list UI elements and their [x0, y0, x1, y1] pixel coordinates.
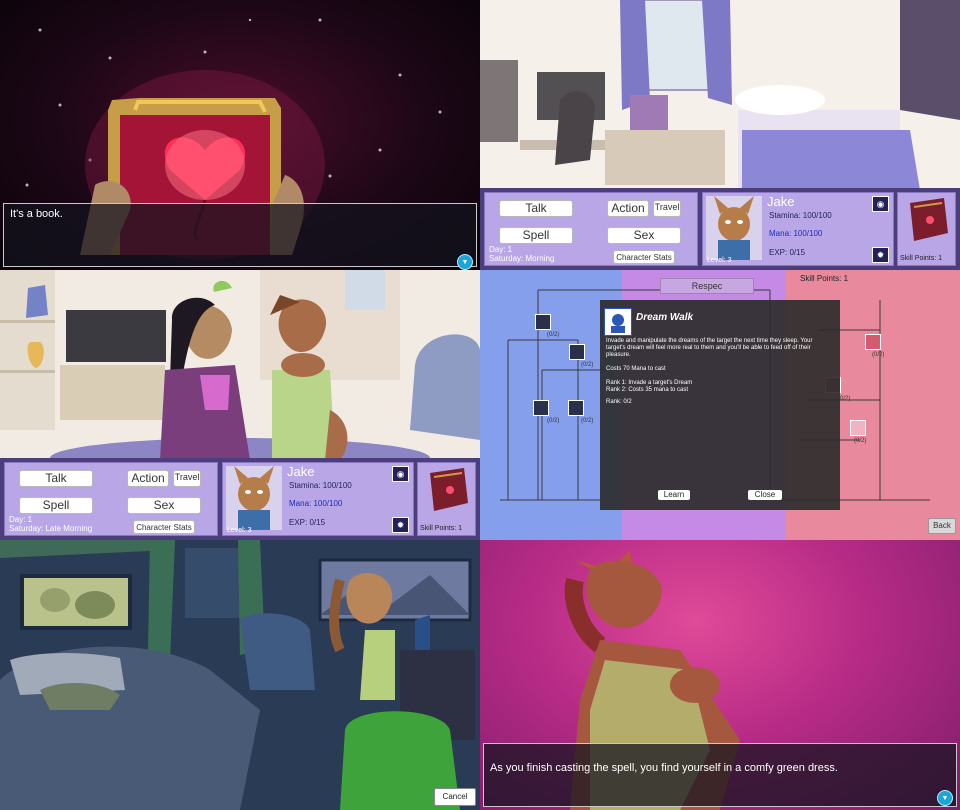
day-label: Day: 1	[9, 515, 33, 524]
skill-rank: Rank: 0/2	[606, 399, 632, 405]
settings-gear-icon[interactable]: ✹	[872, 247, 889, 263]
bedroom-scene-art	[480, 0, 960, 190]
travel-button[interactable]: Travel	[173, 470, 201, 487]
dream-walk-icon	[604, 308, 632, 336]
character-panel: Jake Stamina: 100/100 Mana: 100/100 EXP:…	[702, 192, 894, 266]
skill-node[interactable]	[569, 344, 585, 360]
character-name: Jake	[287, 464, 315, 479]
skill-points-readout: Skill Points: 1	[900, 255, 943, 262]
settings-gear-icon[interactable]: ✹	[392, 517, 409, 533]
travel-button[interactable]: Travel	[653, 200, 681, 217]
skill-node-rank: (0/2)	[547, 332, 560, 338]
level-readout: Level: 3	[707, 257, 732, 264]
eye-icon[interactable]: ◉	[392, 466, 409, 482]
spellbook-panel[interactable]: Skill Points: 1	[897, 192, 956, 266]
skill-node-rank: (0/2)	[581, 362, 594, 368]
dialogue-text: As you finish casting the spell, you fin…	[490, 762, 838, 774]
skill-node-rank: (0/2)	[581, 418, 594, 424]
level-readout: Level: 3	[227, 527, 252, 534]
spell-button[interactable]: Spell	[499, 227, 573, 244]
cancel-button[interactable]: Cancel	[434, 788, 476, 806]
scene-book: It's a book. ▼	[0, 0, 480, 270]
character-stats-button[interactable]: Character Stats	[133, 520, 195, 534]
skill-rank1: Rank 1: Invade a target's Dream	[606, 380, 693, 386]
skill-node-rank: (0/2)	[547, 418, 560, 424]
actions-panel-2: Talk Action Travel Spell Sex Character S…	[4, 462, 218, 536]
exp-readout: EXP: 0/15	[769, 248, 806, 257]
skill-description: Invade and manipulate the dreams of the …	[606, 338, 813, 358]
day-time-readout: Day: 1 Saturday: Morning	[489, 245, 554, 263]
eye-icon[interactable]: ◉	[872, 196, 889, 212]
skill-info-popup: Dream Walk Invade and manipulate the dre…	[600, 300, 840, 510]
talk-button[interactable]: Talk	[19, 470, 93, 487]
mana-readout: Mana: 100/100	[289, 499, 343, 508]
spellbook-icon	[910, 198, 948, 241]
living-room-scene-art	[0, 270, 480, 460]
scene-transformation: As you finish casting the spell, you fin…	[480, 540, 960, 810]
stamina-readout: Stamina: 100/100	[769, 211, 832, 220]
day-label: Day: 1	[489, 245, 513, 254]
dialogue-text: It's a book.	[10, 208, 63, 220]
character-stats-button[interactable]: Character Stats	[613, 250, 675, 264]
skill-rank2: Rank 2: Costs 35 mana to cast	[606, 387, 689, 393]
sex-button[interactable]: Sex	[127, 497, 201, 514]
jake-portrait-art	[714, 196, 754, 260]
game-hud: Talk Action Travel Spell Sex Character S…	[480, 188, 960, 270]
scene-night-bedroom: Cancel	[0, 540, 480, 810]
skill-cost: Costs 70 Mana to cast	[606, 366, 666, 372]
spell-button[interactable]: Spell	[19, 497, 93, 514]
skill-node-rank: (0/2)	[872, 352, 885, 358]
scene-bedroom: Talk Action Travel Spell Sex Character S…	[480, 0, 960, 270]
skill-node[interactable]	[865, 334, 881, 350]
close-button[interactable]: Close	[748, 490, 782, 500]
game-hud-2: Talk Action Travel Spell Sex Character S…	[0, 458, 480, 540]
dialogue-box[interactable]: It's a book.	[3, 203, 477, 267]
sex-button[interactable]: Sex	[607, 227, 681, 244]
skill-node[interactable]	[535, 314, 551, 330]
skill-points-readout: Skill Points: 1	[800, 274, 849, 283]
day-time-readout: Day: 1 Saturday: Late Morning	[9, 515, 92, 533]
dialogue-box[interactable]: As you finish casting the spell, you fin…	[483, 743, 957, 807]
exp-readout: EXP: 0/15	[289, 518, 326, 527]
action-button[interactable]: Action	[127, 470, 169, 487]
scene-living-room: Talk Action Travel Spell Sex Character S…	[0, 270, 480, 540]
skill-title: Dream Walk	[636, 312, 694, 323]
mana-readout: Mana: 100/100	[769, 229, 823, 238]
skill-node[interactable]	[533, 400, 549, 416]
back-button[interactable]: Back	[928, 518, 956, 534]
stamina-readout: Stamina: 100/100	[289, 481, 352, 490]
advance-arrow-icon[interactable]: ▼	[457, 254, 473, 270]
avatar	[706, 196, 762, 260]
learn-button[interactable]: Learn	[658, 490, 690, 500]
respec-button[interactable]: Respec	[660, 278, 754, 294]
talk-button[interactable]: Talk	[499, 200, 573, 217]
skill-points-readout: Skill Points: 1	[420, 525, 463, 532]
avatar	[226, 466, 282, 530]
night-bedroom-scene-art	[0, 540, 480, 810]
skill-node-rank: (0/2)	[854, 438, 867, 444]
skill-node[interactable]	[568, 400, 584, 416]
spellbook-panel-2[interactable]: Skill Points: 1	[417, 462, 476, 536]
time-label: Saturday: Late Morning	[9, 524, 93, 533]
skill-node[interactable]	[850, 420, 866, 436]
action-button[interactable]: Action	[607, 200, 649, 217]
time-label: Saturday: Morning	[489, 254, 555, 263]
jake-portrait-art	[234, 466, 274, 530]
advance-arrow-icon[interactable]: ▼	[937, 790, 953, 806]
character-panel-2: Jake Stamina: 100/100 Mana: 100/100 EXP:…	[222, 462, 414, 536]
actions-panel: Talk Action Travel Spell Sex Character S…	[484, 192, 698, 266]
spellbook-icon	[430, 468, 468, 511]
character-name: Jake	[767, 194, 795, 209]
skill-tree-screen: Respec Skill Points: 1 (0/2) (0/2) (0/2)…	[480, 270, 960, 540]
